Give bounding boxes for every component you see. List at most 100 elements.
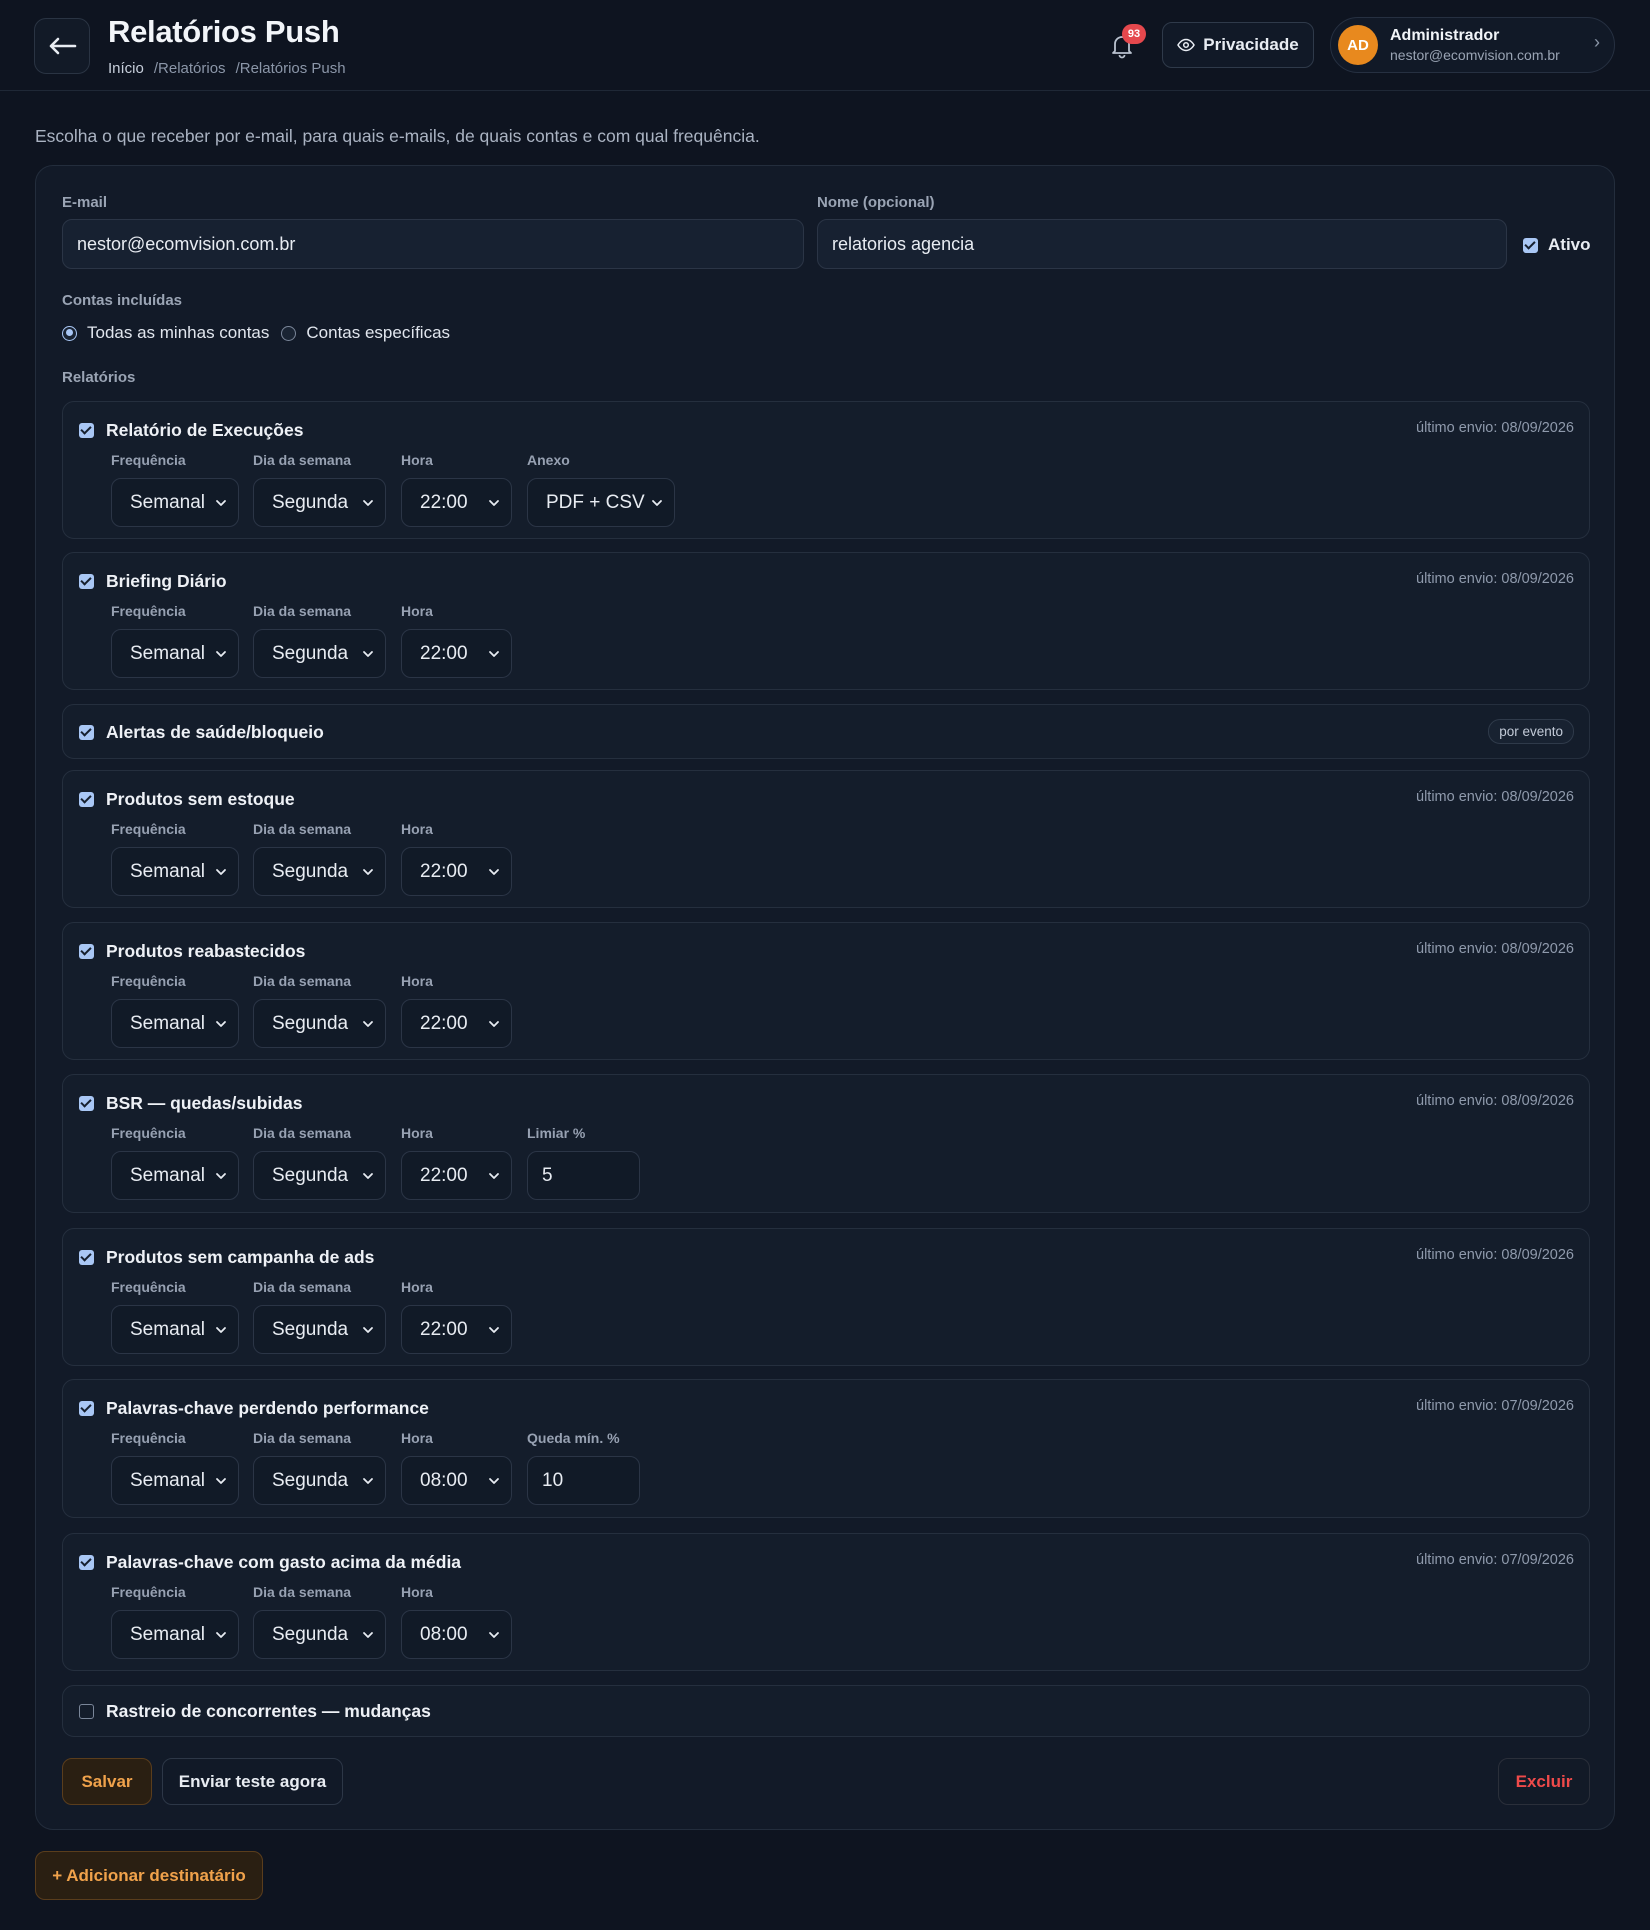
frequency-label: Frequência <box>111 973 186 989</box>
weekday-select[interactable]: Segunda <box>253 478 386 527</box>
report-card: Briefing Diário último envio: 08/09/2026 F… <box>62 552 1590 690</box>
frequency-select[interactable]: Semanal <box>111 1456 239 1505</box>
radio-all-accounts[interactable] <box>62 325 77 341</box>
weekday-value: Segunda <box>272 1164 349 1186</box>
frequency-value: Semanal <box>130 642 205 664</box>
report-checkbox[interactable] <box>79 1555 94 1570</box>
frequency-select[interactable]: Semanal <box>111 999 239 1048</box>
frequency-select[interactable]: Semanal <box>111 629 239 678</box>
hour-value: 08:00 <box>420 1469 468 1491</box>
save-button[interactable]: Salvar <box>62 1758 152 1805</box>
weekday-select[interactable]: Segunda <box>253 1610 386 1659</box>
report-title: Briefing Diário <box>106 571 227 591</box>
hour-select[interactable]: 08:00 <box>401 1456 512 1505</box>
hour-label: Hora <box>401 1430 433 1446</box>
email-label: E-mail <box>62 194 108 211</box>
threshold-input[interactable]: 5 <box>527 1151 640 1200</box>
delete-button[interactable]: Excluir <box>1498 1758 1590 1805</box>
event-badge: por evento <box>1488 719 1574 744</box>
report-checkbox[interactable] <box>79 944 94 959</box>
report-checkbox[interactable] <box>79 1250 94 1265</box>
radio-all-accounts-label[interactable]: Todas as minhas contas <box>87 323 269 343</box>
weekday-select[interactable]: Segunda <box>253 847 386 896</box>
breadcrumb-home[interactable]: Início <box>108 60 144 77</box>
weekday-label: Dia da semana <box>253 821 352 837</box>
threshold-input[interactable]: 10 <box>527 1456 640 1505</box>
report-header: Relatório de Execuções <box>79 420 303 441</box>
chevron-down-icon <box>363 1327 373 1333</box>
report-title: Relatório de Execuções <box>106 420 304 440</box>
chevron-down-icon <box>363 651 373 657</box>
chevron-down-icon <box>489 500 499 506</box>
attachment-select[interactable]: PDF + CSV <box>527 478 675 527</box>
notification-badge: 93 <box>1122 24 1146 44</box>
user-menu[interactable]: AD Administrador nestor@ecomvision.com.b… <box>1330 17 1615 73</box>
weekday-select[interactable]: Segunda <box>253 1456 386 1505</box>
report-title: Alertas de saúde/bloqueio <box>106 721 324 742</box>
frequency-select[interactable]: Semanal <box>111 847 239 896</box>
hour-select[interactable]: 22:00 <box>401 1305 512 1354</box>
hour-value: 22:00 <box>420 1318 468 1340</box>
active-checkbox[interactable] <box>1523 237 1538 253</box>
weekday-value: Segunda <box>272 491 349 513</box>
hour-select[interactable]: 08:00 <box>401 1610 512 1659</box>
report-checkbox[interactable] <box>79 1096 94 1111</box>
active-toggle[interactable]: Ativo <box>1523 235 1591 255</box>
report-checkbox[interactable] <box>79 724 94 740</box>
send-test-button[interactable]: Enviar teste agora <box>162 1758 343 1805</box>
frequency-value: Semanal <box>130 1623 205 1645</box>
report-header: Alertas de saúde/bloqueio <box>79 722 324 743</box>
add-recipient-button[interactable]: + Adicionar destinatário <box>35 1851 263 1900</box>
last-sent-text: último envio: 08/09/2026 <box>1416 941 1574 957</box>
report-card: Produtos reabastecidos último envio: 08/0… <box>62 922 1590 1060</box>
weekday-label: Dia da semana <box>253 603 352 619</box>
user-name: Administrador <box>1390 27 1500 44</box>
hour-select[interactable]: 22:00 <box>401 629 512 678</box>
attachment-value: PDF + CSV <box>546 491 645 513</box>
report-checkbox[interactable] <box>79 792 94 807</box>
report-checkbox[interactable] <box>79 423 94 438</box>
report-checkbox[interactable] <box>79 574 94 589</box>
hour-select[interactable]: 22:00 <box>401 1151 512 1200</box>
frequency-label: Frequência <box>111 1430 186 1446</box>
weekday-value: Segunda <box>272 1318 349 1340</box>
report-checkbox[interactable] <box>79 1401 94 1416</box>
accounts-radio-group: Todas as minhas contas Contas específica… <box>62 323 450 343</box>
privacy-label: Privacidade <box>1203 35 1299 54</box>
weekday-select[interactable]: Segunda <box>253 1305 386 1354</box>
frequency-label: Frequência <box>111 603 186 619</box>
arrow-left-icon <box>49 37 77 55</box>
frequency-value: Semanal <box>130 1012 205 1034</box>
weekday-select[interactable]: Segunda <box>253 629 386 678</box>
radio-specific-accounts-label[interactable]: Contas específicas <box>306 323 450 343</box>
frequency-select[interactable]: Semanal <box>111 1610 239 1659</box>
frequency-select[interactable]: Semanal <box>111 1151 239 1200</box>
avatar: AD <box>1338 25 1378 65</box>
hour-value: 22:00 <box>420 1012 468 1034</box>
hour-select[interactable]: 22:00 <box>401 478 512 527</box>
frequency-value: Semanal <box>130 1318 205 1340</box>
email-field[interactable]: nestor@ecomvision.com.br <box>62 219 804 269</box>
weekday-value: Segunda <box>272 642 349 664</box>
frequency-select[interactable]: Semanal <box>111 1305 239 1354</box>
last-sent-text: último envio: 07/09/2026 <box>1416 1552 1574 1568</box>
breadcrumb-reports[interactable]: /Relatórios <box>154 60 226 77</box>
radio-specific-accounts[interactable] <box>281 325 297 341</box>
report-checkbox[interactable] <box>79 1704 94 1719</box>
report-card: Produtos sem estoque último envio: 08/09/… <box>62 770 1590 908</box>
privacy-button[interactable]: Privacidade <box>1162 22 1314 68</box>
back-button[interactable] <box>34 18 90 74</box>
name-field[interactable]: relatorios agencia <box>817 219 1507 269</box>
last-sent-text: último envio: 08/09/2026 <box>1416 789 1574 805</box>
weekday-label: Dia da semana <box>253 1279 352 1295</box>
chevron-down-icon <box>363 869 373 875</box>
weekday-select[interactable]: Segunda <box>253 1151 386 1200</box>
hour-select[interactable]: 22:00 <box>401 999 512 1048</box>
hour-select[interactable]: 22:00 <box>401 847 512 896</box>
weekday-label: Dia da semana <box>253 973 352 989</box>
report-card: Palavras-chave com gasto acima da média ú… <box>62 1533 1590 1671</box>
extra-field-label: Queda mín. % <box>527 1430 620 1446</box>
frequency-select[interactable]: Semanal <box>111 478 239 527</box>
weekday-select[interactable]: Segunda <box>253 999 386 1048</box>
extra-field-label: Limiar % <box>527 1125 586 1141</box>
